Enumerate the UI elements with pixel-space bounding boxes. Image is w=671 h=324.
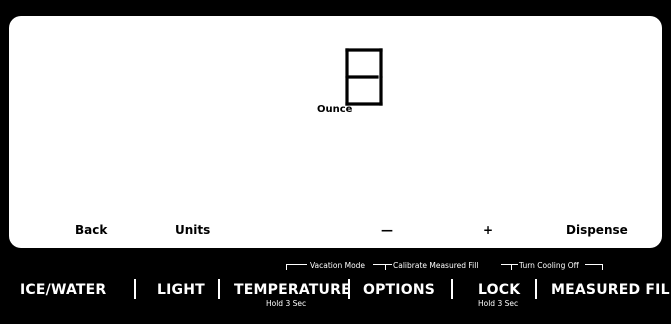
display-panel: Ounce Back Units — + Dispense <box>9 16 662 248</box>
dispense-button[interactable]: Dispense <box>566 223 628 237</box>
back-button[interactable]: Back <box>75 223 107 237</box>
seven-segment-digit <box>345 48 383 106</box>
temperature-hold-label: Hold 3 Sec <box>266 299 307 308</box>
separator <box>218 279 220 299</box>
plus-button[interactable]: + <box>483 223 493 237</box>
turn-cooling-off-label: Turn Cooling Off <box>519 261 579 270</box>
separator <box>134 279 136 299</box>
measured-fill-button[interactable]: MEASURED FILL <box>551 282 671 298</box>
units-button[interactable]: Units <box>175 223 210 237</box>
separator <box>348 279 350 299</box>
minus-button[interactable]: — <box>381 223 393 237</box>
lock-hold-label: Hold 3 Sec <box>478 299 519 308</box>
unit-label: Ounce <box>317 104 353 115</box>
ice-water-button[interactable]: ICE/WATER <box>20 282 106 298</box>
vacation-mode-label: Vacation Mode <box>310 261 366 270</box>
temperature-button[interactable]: TEMPERATURE <box>234 282 351 298</box>
lock-button[interactable]: LOCK <box>478 282 520 298</box>
calibrate-measured-fill-label: Calibrate Measured Fill <box>393 261 479 270</box>
options-button[interactable]: OPTIONS <box>363 282 435 298</box>
cooling-bracket-right <box>585 264 603 270</box>
separator <box>535 279 537 299</box>
calibrate-bracket-right <box>501 264 511 270</box>
separator <box>451 279 453 299</box>
vacation-bracket-left <box>286 264 307 270</box>
vacation-bracket-right <box>373 264 385 270</box>
light-button[interactable]: LIGHT <box>157 282 205 298</box>
calibrate-bracket-left <box>385 264 392 270</box>
cooling-bracket-left <box>511 264 518 270</box>
